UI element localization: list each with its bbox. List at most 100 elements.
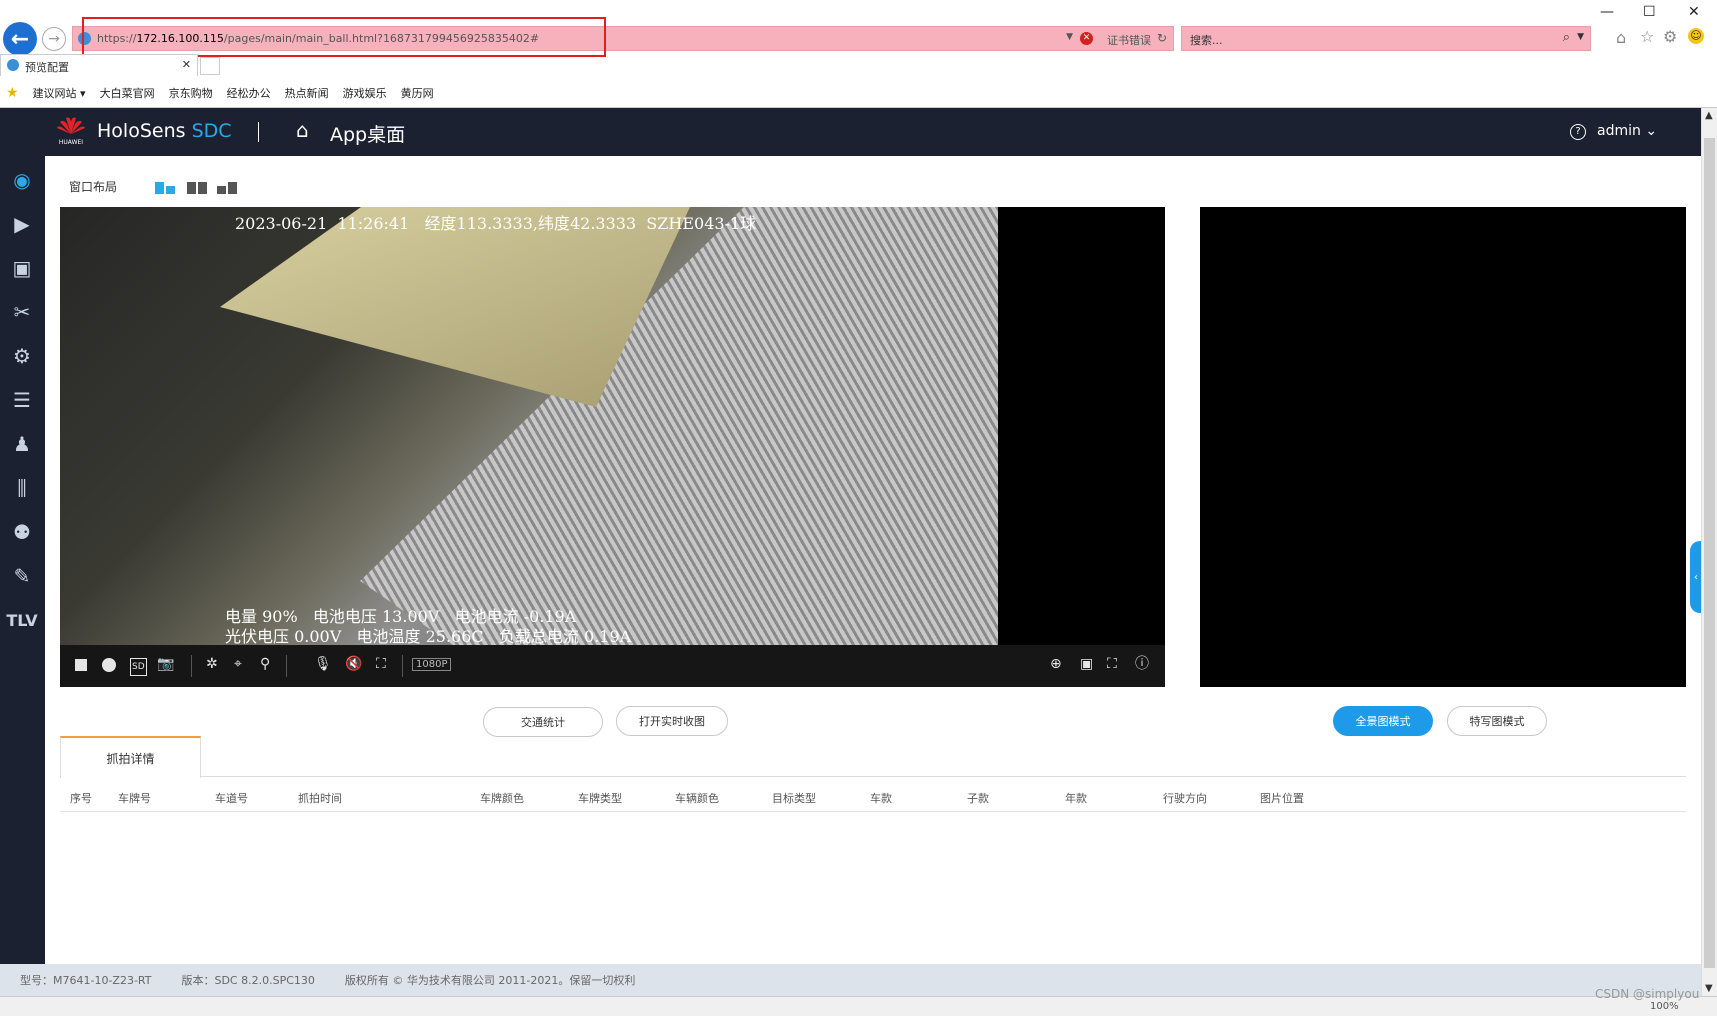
toolbar-divider	[191, 655, 192, 677]
report-icon[interactable]: ✎	[8, 562, 36, 590]
osd-line-2: 光伏电压 0.00V 电池温度 25.66C 负载总电流 0.19A	[225, 627, 632, 645]
snapshot-panel[interactable]	[1200, 207, 1686, 687]
close-icon[interactable]: ✕	[1688, 4, 1700, 20]
open-realtime-button[interactable]: 打开实时收图	[616, 706, 728, 736]
video-panel[interactable]: 2023-06-21 11:26:41 经度113.3333,纬度42.3333…	[60, 207, 1165, 687]
huawei-wordmark: HUAWEI	[58, 139, 84, 146]
home-icon[interactable]: ⌂	[1616, 28, 1626, 47]
scroll-thumb[interactable]	[1704, 138, 1715, 968]
layout-single-icon[interactable]	[155, 182, 175, 194]
traffic-stats-button[interactable]: 交通统计	[483, 707, 603, 737]
search-icon[interactable]: ⌕	[1563, 30, 1570, 45]
fav-item[interactable]: 大白菜官网	[100, 85, 155, 101]
col-header: 车牌颜色	[480, 792, 524, 805]
app-footer: 型号：M7641-10-Z23-RT 版本：SDC 8.2.0.SPC130 版…	[0, 964, 1701, 996]
scroll-down-icon[interactable]: ▼	[1705, 983, 1713, 994]
ptz-icon[interactable]: ⛶	[376, 657, 386, 671]
settings-icon[interactable]: ⚙	[8, 342, 36, 370]
tlv-icon[interactable]: TLV	[6, 606, 37, 634]
zoom-level[interactable]: 100%	[1650, 1001, 1679, 1012]
col-header: 图片位置	[1260, 792, 1304, 805]
info-icon[interactable]: ⓘ	[1135, 657, 1149, 671]
live-view-icon[interactable]: ◉	[8, 166, 36, 194]
star-icon[interactable]: ☆	[1640, 27, 1654, 46]
zoom-in-icon[interactable]: ⊕	[1050, 657, 1062, 671]
huawei-logo[interactable]: HUAWEI	[56, 116, 86, 148]
scroll-up-icon[interactable]: ▲	[1705, 110, 1713, 121]
gear-icon[interactable]: ⚙	[1663, 27, 1677, 46]
stop-icon[interactable]	[75, 659, 87, 671]
home-icon[interactable]: ⌂	[296, 118, 309, 142]
dropdown-arrow-icon[interactable]: ▼	[1577, 32, 1584, 42]
user-search-icon[interactable]: ♟	[8, 430, 36, 458]
fav-item[interactable]: 京东购物	[169, 85, 213, 101]
video-frame[interactable]: 2023-06-21 11:26:41 经度113.3333,纬度42.3333…	[60, 207, 998, 645]
watermark: CSDN @simplyou	[1595, 987, 1700, 1001]
col-header: 抓拍时间	[298, 792, 342, 805]
tab-close-icon[interactable]: ✕	[182, 58, 191, 71]
cert-error-label[interactable]: 证书错误	[1107, 32, 1151, 48]
sliders-icon[interactable]: ☰	[8, 386, 36, 414]
page-scrollbar[interactable]: ▲ ▼	[1701, 108, 1717, 996]
crosshair-icon[interactable]: ⌖	[234, 657, 242, 671]
record-icon[interactable]	[102, 658, 116, 672]
capture-tab-label: 抓拍详情	[106, 751, 155, 766]
pin-icon[interactable]: ⚲	[260, 657, 270, 671]
mic-mute-icon[interactable]: 🎙	[314, 657, 332, 671]
sd-icon[interactable]: SD	[130, 658, 147, 676]
capture-table-header: 序号 车牌号 车道号 抓拍时间 车牌颜色 车牌类型 车辆颜色 目标类型 车款 子…	[60, 786, 1686, 812]
col-header: 子款	[967, 792, 989, 805]
col-header: 行驶方向	[1163, 792, 1207, 805]
browser-chrome: ← → https://172.16.100.115/pages/main/ma…	[0, 0, 1717, 108]
resolution-badge[interactable]: 1080P	[412, 658, 452, 671]
speaker-mute-icon[interactable]: 🔇	[345, 657, 362, 671]
search-input[interactable]: 搜索... ⌕ ▼	[1181, 26, 1591, 51]
header-divider	[258, 122, 259, 142]
smiley-icon[interactable]: ☺	[1688, 28, 1704, 44]
highlight-box	[82, 17, 606, 57]
huawei-petal-icon	[57, 117, 85, 134]
layout-label: 窗口布局	[69, 180, 118, 194]
app-header: HUAWEI HoloSens SDC ⌂ App桌面 ? admin ⌄	[0, 108, 1701, 156]
main-content: 窗口布局 2023-06-21 11:26:41 经度113.3333,纬度42…	[45, 156, 1702, 964]
video-icon[interactable]: ▶	[8, 210, 36, 238]
layout-dual-icon[interactable]	[187, 182, 207, 194]
snapshot-icon[interactable]: 📷	[157, 657, 174, 671]
fav-item[interactable]: 热点新闻	[285, 85, 329, 101]
fav-item[interactable]: 黄历网	[401, 85, 434, 101]
refresh-icon[interactable]: ↻	[1157, 31, 1167, 45]
new-tab-button[interactable]	[200, 57, 220, 75]
fav-item[interactable]: 建议网站 ▾	[33, 85, 86, 101]
copyright: 版权所有 © 华为技术有限公司 2011-2021。保留一切权利	[344, 974, 636, 987]
toolbar-divider	[286, 655, 287, 677]
sidebar: ◉ ▶ ▣ ✂ ⚙ ☰ ♟ ⫼ ⚉ ✎ TLV	[0, 156, 45, 964]
col-header: 序号	[70, 792, 92, 805]
favorites-star-icon[interactable]: ★	[6, 85, 19, 101]
maximize-icon[interactable]: ☐	[1643, 4, 1656, 20]
page-title[interactable]: App桌面	[330, 120, 405, 147]
layout-triple-icon[interactable]	[217, 182, 237, 194]
wiper-icon[interactable]: ✲	[206, 657, 218, 671]
help-icon[interactable]: ?	[1570, 124, 1586, 140]
tools-icon[interactable]: ✂	[8, 298, 36, 326]
user-menu[interactable]: admin ⌄	[1597, 123, 1657, 139]
minimize-icon[interactable]: —	[1600, 4, 1614, 20]
road-icon[interactable]: ⫼	[8, 474, 36, 502]
image-icon[interactable]: ▣	[8, 254, 36, 282]
fullscreen-icon[interactable]: ⛶	[1107, 657, 1117, 671]
browser-tab[interactable]: 预览配置 ✕	[0, 54, 198, 76]
closeup-mode-button[interactable]: 特写图模式	[1447, 706, 1547, 736]
browser-status-bar: CSDN @simplyou 100%	[0, 987, 1717, 1016]
back-arrow-icon[interactable]: ←	[3, 22, 37, 56]
fav-item[interactable]: 游戏娱乐	[343, 85, 387, 101]
panorama-mode-button[interactable]: 全景图模式	[1333, 706, 1433, 736]
fav-item[interactable]: 经松办公	[227, 85, 271, 101]
cert-error-icon: ✕	[1080, 32, 1093, 45]
forward-arrow-icon[interactable]: →	[42, 27, 66, 51]
capture-tab[interactable]: 抓拍详情	[60, 736, 201, 778]
window-icon[interactable]: ▣	[1080, 657, 1093, 671]
col-header: 车牌号	[118, 792, 151, 805]
model-info: 型号：M7641-10-Z23-RT	[20, 974, 152, 987]
dropdown-arrow-icon[interactable]: ▼	[1066, 32, 1073, 42]
pedestrian-icon[interactable]: ⚉	[8, 518, 36, 546]
